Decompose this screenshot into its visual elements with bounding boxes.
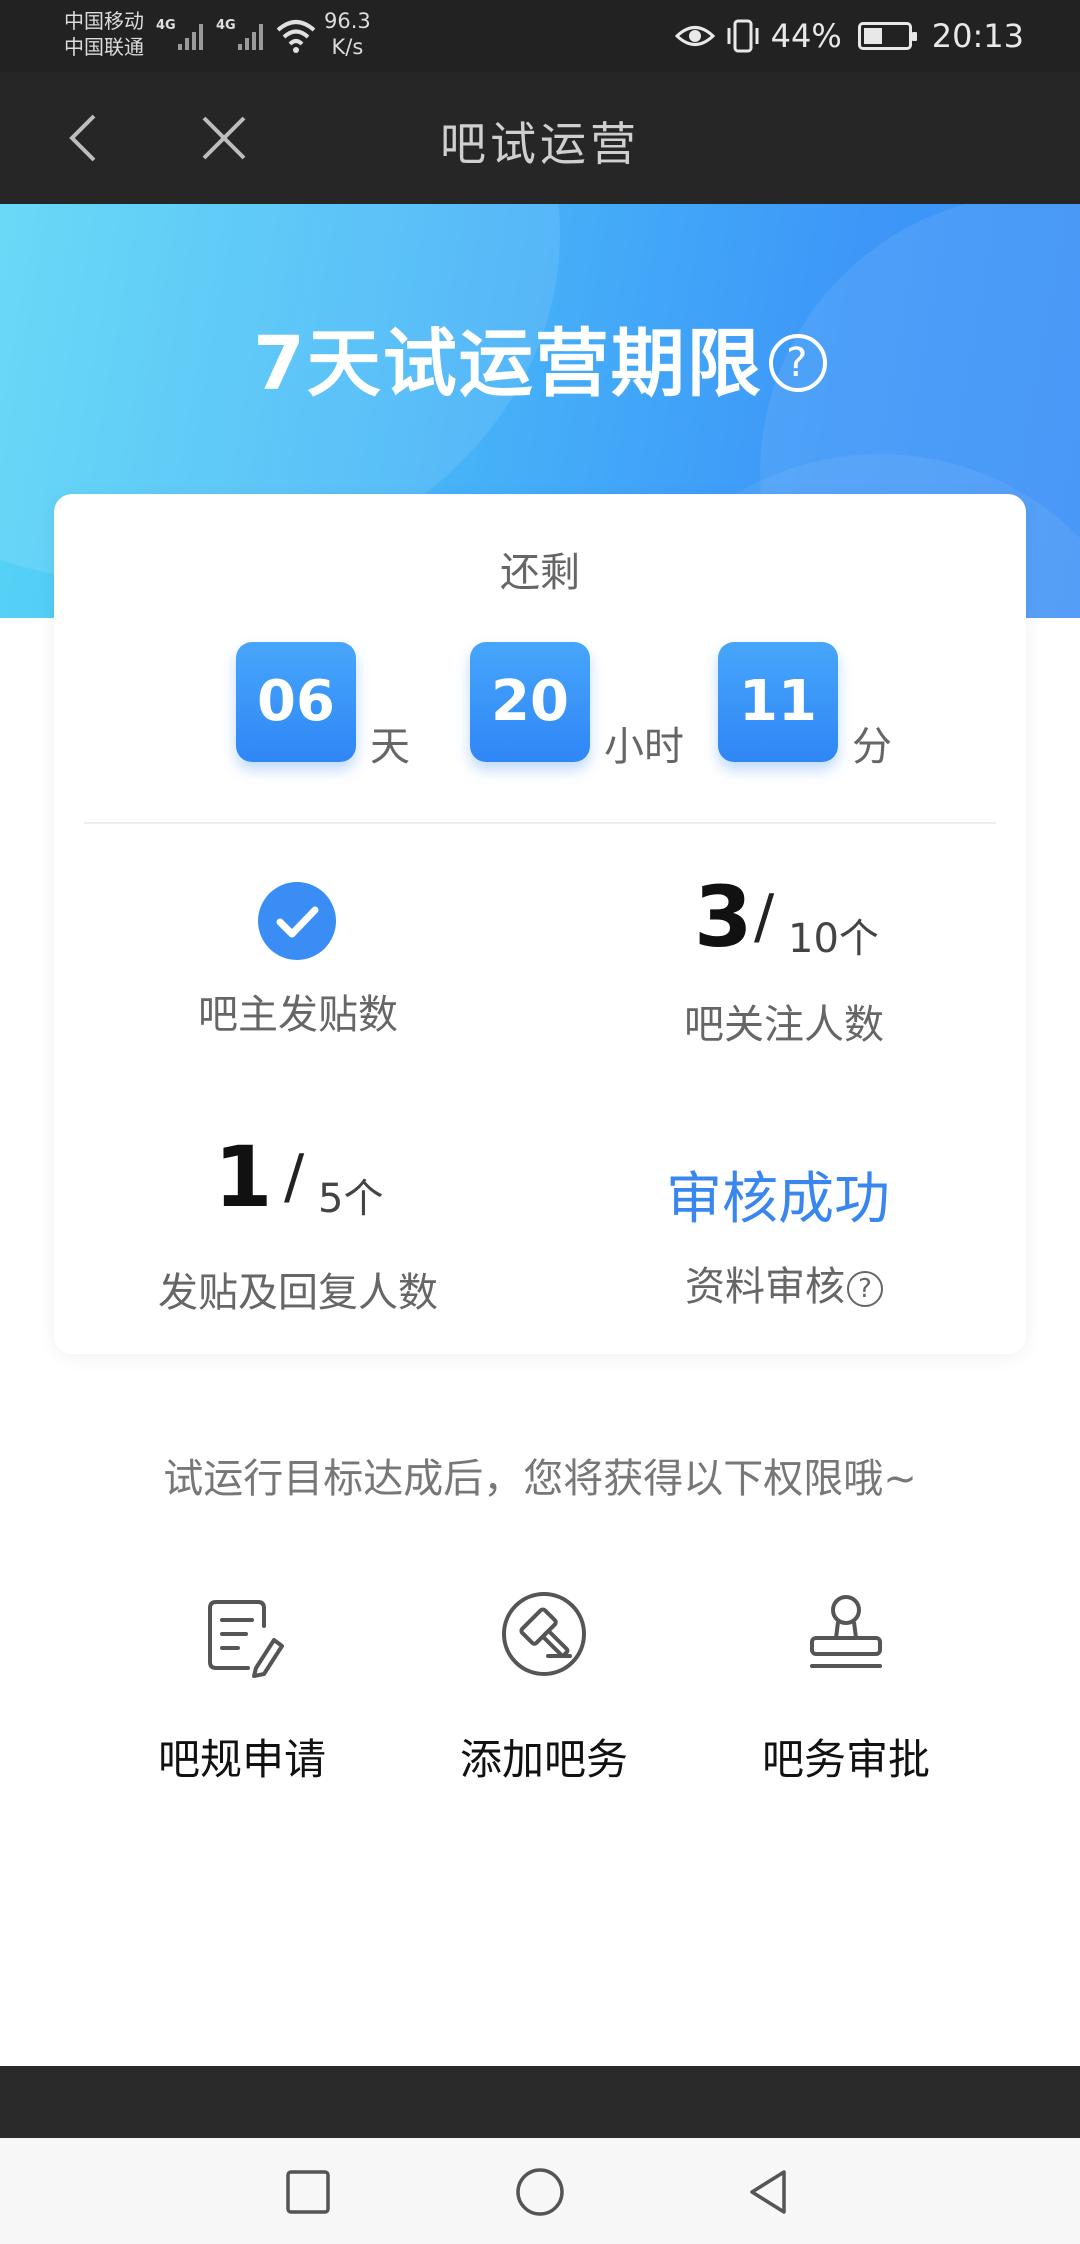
eye-icon <box>674 26 715 46</box>
review-label-row: 资料审核? <box>624 1254 944 1312</box>
check-icon <box>258 882 336 960</box>
bottom-bar <box>0 2066 1080 2138</box>
countdown-minutes: 11 <box>718 642 838 762</box>
countdown-days-unit: 天 <box>370 724 410 770</box>
status-bar: 中国移动 中国联通 4G 4G 96.3 K/s 44% 20:13 <box>0 0 1080 72</box>
countdown-hours: 20 <box>470 642 590 762</box>
permission-label: 吧规申请 <box>157 1735 326 1784</box>
home-icon[interactable] <box>514 2166 566 2218</box>
wifi-icon <box>276 20 316 53</box>
clock: 20:13 <box>931 17 1024 55</box>
permission-item[interactable]: 吧规申请 <box>122 1586 362 1787</box>
back-icon[interactable] <box>742 2166 794 2218</box>
carrier-2: 中国联通 <box>64 35 144 59</box>
posters-slash: / <box>284 1142 305 1212</box>
posters-target: 5个 <box>318 1176 384 1222</box>
gavel-icon <box>502 1592 586 1676</box>
carrier-1: 中国移动 <box>64 9 144 33</box>
privileges-hint: 试运行目标达成后，您将获得以下权限哦~ <box>163 1456 917 1502</box>
page-title: 吧试运营 <box>440 117 640 171</box>
progress-card: 还剩 06 天 20 小时 11 分 吧主发贴数 3 / 10个 吧关注人数 1… <box>54 494 1026 1354</box>
posters-current: 1 <box>214 1128 273 1226</box>
permission-label: 吧务审批 <box>761 1735 930 1784</box>
review-label: 资料审核 <box>685 1264 845 1310</box>
speed-value: 96.3 <box>324 9 371 33</box>
countdown-hours-unit: 小时 <box>604 724 684 770</box>
system-nav-bar <box>0 2138 1080 2244</box>
countdown-days: 06 <box>236 642 356 762</box>
nav-bar: 吧试运营 <box>0 72 1080 204</box>
countdown-minutes-unit: 分 <box>852 724 892 770</box>
owner-posts-label: 吧主发贴数 <box>198 992 398 1038</box>
battery-fill <box>863 28 882 44</box>
permission-label: 添加吧务 <box>459 1735 628 1784</box>
review-help-icon[interactable]: ? <box>847 1271 883 1307</box>
document-edit-icon <box>208 1600 284 1678</box>
followers-label: 吧关注人数 <box>684 1002 884 1048</box>
stamp-icon <box>810 1595 882 1668</box>
status-right: 44% 20:13 <box>674 14 1024 58</box>
followers-current: 3 <box>694 868 753 966</box>
remaining-label: 还剩 <box>500 550 580 596</box>
recents-icon[interactable] <box>282 2166 334 2218</box>
review-status: 审核成功 <box>666 1167 890 1232</box>
permission-item[interactable]: 添加吧务 <box>424 1586 664 1787</box>
card-divider <box>84 822 996 824</box>
followers-slash: / <box>754 882 775 952</box>
battery-percent: 44% <box>770 17 842 55</box>
carrier-names: 中国移动 中国联通 <box>64 8 144 60</box>
vibrate-icon <box>727 19 759 53</box>
hero-title: 7天试运营期限? <box>0 304 1080 411</box>
hero-title-text: 7天试运营期限 <box>253 321 763 407</box>
posters-label: 发贴及回复人数 <box>158 1270 438 1316</box>
help-icon[interactable]: ? <box>768 334 827 393</box>
battery-icon <box>857 22 917 50</box>
followers-target: 10个 <box>788 916 879 962</box>
permission-item[interactable]: 吧务审批 <box>726 1586 966 1787</box>
speed-unit: K/s <box>331 35 364 59</box>
network-speed: 96.3 K/s <box>324 8 371 60</box>
